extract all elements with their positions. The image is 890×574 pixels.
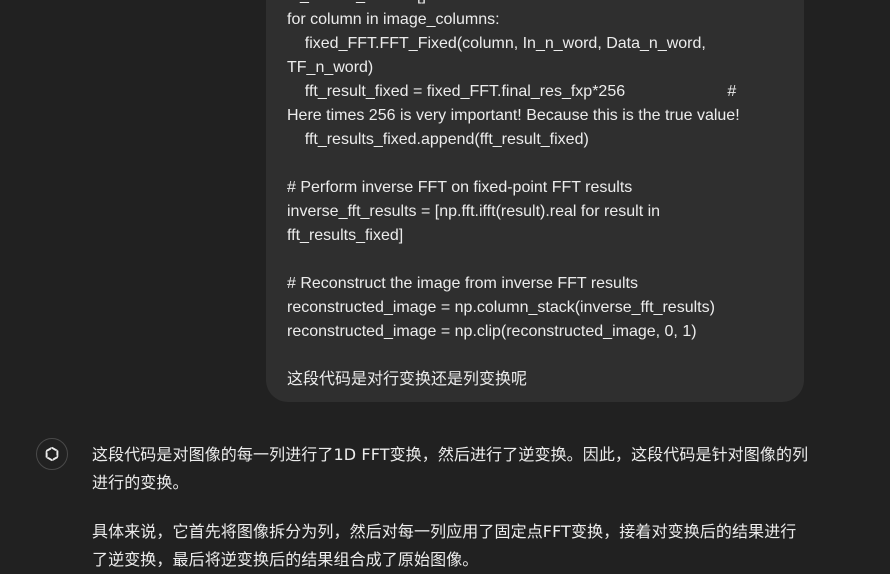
reply-paragraph-1-line: 这段代码是对图像的每一列进行了1D FFT变换，然后进行了逆变换。因此，这段代码… — [92, 445, 809, 464]
reply-paragraph-2-line: 了逆变换，最后将逆变换后的结果组合成了原始图像。 — [92, 550, 479, 569]
code-line: TF_n_word) — [287, 59, 374, 76]
code-line: reconstructed_image = np.column_stack(in… — [287, 299, 715, 316]
reply-paragraph-2-line: 具体来说，它首先将图像拆分为列，然后对每一列应用了固定点FFT变换，接着对变换后… — [92, 522, 797, 541]
code-line: fft_results_fixed.append(fft_result_fixe… — [287, 131, 589, 148]
code-line: # Perform inverse FFT on fixed-point FFT… — [287, 179, 633, 196]
code-line: fft_result_fixed = fixed_FFT.final_res_f… — [287, 83, 737, 100]
code-line: for column in image_columns: — [287, 11, 500, 28]
assistant-avatar — [36, 438, 68, 470]
code-line: # Reconstruct the image from inverse FFT… — [287, 275, 638, 292]
code-line: Here times 256 is very important! Becaus… — [287, 107, 740, 124]
code-line: fixed_FFT.FFT_Fixed(column, In_n_word, D… — [287, 35, 706, 52]
reply-paragraph-1-line: 进行的变换。 — [92, 473, 189, 492]
code-line: inverse_fft_results = [np.fft.ifft(resul… — [287, 203, 661, 220]
openai-logo-icon — [42, 444, 62, 464]
code-line: fft_results_fixed] — [287, 227, 404, 244]
code-line: reconstructed_image = np.clip(reconstruc… — [287, 323, 697, 340]
code-line: 这段代码是对行变换还是列变换呢 — [287, 371, 528, 388]
code-line: fft_results_fixed = [] — [287, 0, 426, 8]
